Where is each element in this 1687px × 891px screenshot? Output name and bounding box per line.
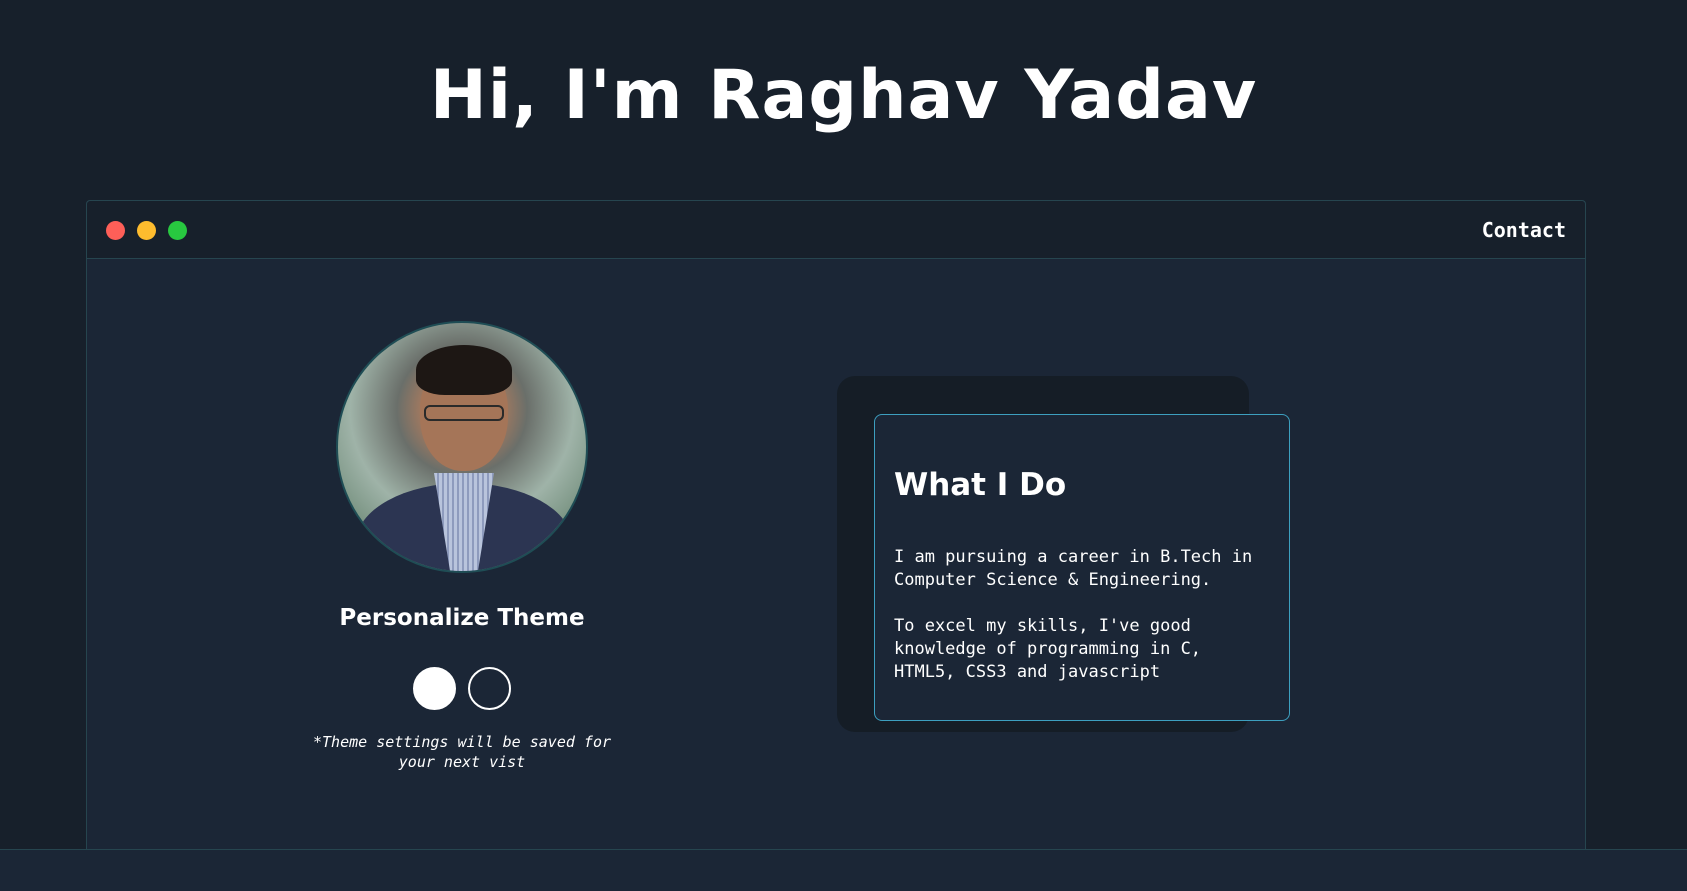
- contact-link[interactable]: Contact: [1482, 218, 1566, 242]
- close-dot-icon[interactable]: [106, 221, 125, 240]
- card-paragraph-1: I am pursuing a career in B.Tech in Comp…: [894, 546, 1274, 592]
- card-paragraph-2-line-2: knowledge of programming in C,: [894, 639, 1202, 659]
- theme-note-line-2: your next vist: [398, 753, 526, 771]
- card-paragraph-2-line-3: HTML5, CSS3 and javascript: [894, 662, 1161, 682]
- dark-theme-button[interactable]: [468, 667, 511, 710]
- card-title: What I Do: [894, 467, 1067, 503]
- theme-note: *Theme settings will be saved for your n…: [87, 732, 837, 772]
- bottom-strip: [0, 849, 1687, 891]
- browser-window: Contact Personalize Theme *Theme setting…: [86, 200, 1586, 850]
- avatar: [336, 321, 588, 573]
- card-paragraph-2: To excel my skills, I've good knowledge …: [894, 615, 1274, 684]
- card-paragraph-1-line-2: Computer Science & Engineering.: [894, 570, 1212, 590]
- card-paragraph-2-line-1: To excel my skills, I've good: [894, 616, 1191, 636]
- what-i-do-card: What I Do I am pursuing a career in B.Te…: [874, 414, 1290, 721]
- avatar-glasses-shape: [424, 405, 504, 421]
- card-paragraph-1-line-1: I am pursuing a career in B.Tech in: [894, 547, 1253, 567]
- maximize-dot-icon[interactable]: [168, 221, 187, 240]
- window-title-bar: Contact: [87, 201, 1585, 259]
- avatar-hair-shape: [416, 345, 512, 395]
- page-title: Hi, I'm Raghav Yadav: [429, 56, 1258, 135]
- theme-title: Personalize Theme: [339, 605, 585, 631]
- theme-note-line-1: *Theme settings will be saved for: [312, 733, 611, 751]
- minimize-dot-icon[interactable]: [137, 221, 156, 240]
- light-theme-button[interactable]: [413, 667, 456, 710]
